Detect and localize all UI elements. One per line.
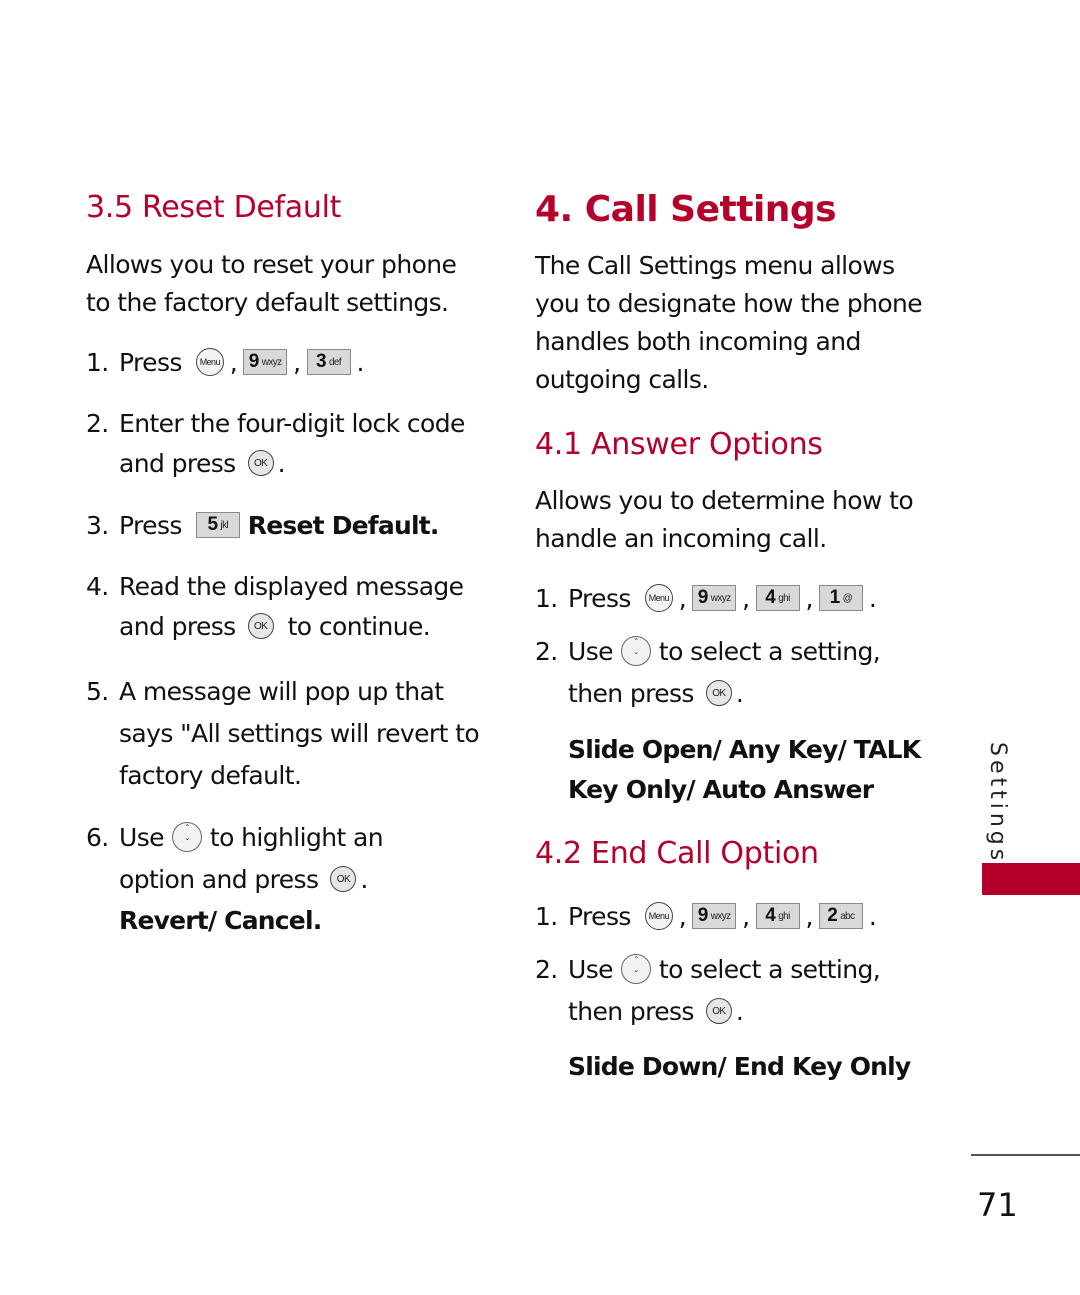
step-text: factory default.	[119, 760, 302, 790]
key-5-icon: 5 jkl	[195, 512, 240, 538]
menu-key-icon: Menu	[644, 902, 673, 930]
step-text: to continue.	[287, 611, 431, 641]
answer-step-2: 2. Use ˆ ˇ to select a setting, then press OK…	[535, 636, 881, 708]
navigation-key-icon: ˆˇ	[171, 822, 202, 852]
step-text: Press	[119, 510, 182, 540]
key-4-icon: 4 ghi	[755, 585, 800, 611]
option-name: Reset Default.	[247, 510, 440, 540]
step-text: Press	[119, 347, 182, 377]
section-heading-reset-default: 3.5 Reset Default	[86, 190, 342, 225]
key-2-icon: 2 abc	[818, 903, 863, 929]
step-number: 1.	[86, 347, 109, 377]
key-4-icon: 4 ghi	[755, 903, 800, 929]
step-number: 2.	[535, 636, 558, 666]
end-call-step-1: 1. Press Menu, 9 wxyz, 4 ghi, 2 abc.	[535, 901, 877, 931]
navigation-key-icon: ˆˇ	[620, 636, 651, 666]
sidebar-tab-label: Settings	[985, 742, 1010, 865]
option-line: Slide Open/ Any Key/ TALK	[568, 735, 921, 764]
end-call-step-2: 2. Use ˆ ˇ to select a setting, then press OK…	[535, 954, 881, 1026]
intro-line: you to designate how the phone	[535, 289, 923, 318]
reset-step-6: 6. Use ˆ ˇ to highlight an option and press O…	[86, 822, 384, 935]
menu-key-icon: Menu	[195, 348, 224, 376]
step-number: 2.	[535, 954, 558, 984]
step-text: to select a setting,	[658, 954, 881, 984]
footer-rule	[971, 1154, 1080, 1156]
chapter-heading-call-settings: 4. Call Settings	[535, 189, 837, 230]
step-text: Read the displayed message	[119, 571, 464, 601]
step-text: Press	[568, 583, 631, 613]
step-text: to select a setting,	[658, 636, 881, 666]
ok-key-icon: OK	[247, 613, 274, 639]
key-9-icon: 9 wxyz	[692, 903, 737, 929]
intro-line: The Call Settings menu allows	[535, 251, 895, 280]
step-text: Use	[119, 822, 165, 852]
section-heading-end-call-option: 4.2 End Call Option	[535, 836, 819, 871]
step-text: Use	[568, 636, 614, 666]
intro-line: handle an incoming call.	[535, 524, 827, 553]
step-text: Enter the four-digit lock code	[119, 408, 465, 438]
step-number: 5.	[86, 676, 109, 706]
call-settings-intro: The Call Settings menu allows you to des…	[535, 247, 923, 399]
option-line: Key Only/ Auto Answer	[568, 775, 874, 804]
step-text: option and press	[119, 864, 319, 894]
ok-key-icon: OK	[705, 998, 732, 1024]
reset-step-2: 2. Enter the four-digit lock code and pre…	[86, 408, 465, 478]
key-9-icon: 9 wxyz	[692, 585, 737, 611]
step-number: 3.	[86, 510, 109, 540]
step-number: 4.	[86, 571, 109, 601]
navigation-key-icon: ˆˇ	[620, 954, 651, 984]
ok-key-icon: OK	[330, 866, 357, 892]
step-text: says "All settings will revert to	[119, 718, 480, 748]
step-text: then press	[568, 996, 694, 1026]
step-text: and press	[119, 611, 236, 641]
step-text: then press	[568, 678, 694, 708]
menu-key-icon: Menu	[644, 584, 673, 612]
end-call-option-names: Slide Down/ End Key Only	[568, 1052, 911, 1081]
step-text: Press	[568, 901, 631, 931]
key-1-voicemail-icon: 1 @	[818, 585, 863, 611]
answer-options-intro: Allows you to determine how to handle an…	[535, 482, 914, 558]
reset-default-intro: Allows you to reset your phone to the fa…	[86, 246, 457, 322]
key-3-icon: 3 def	[306, 349, 351, 375]
page-number: 71	[977, 1186, 1018, 1224]
ok-key-icon: OK	[247, 450, 274, 476]
intro-line: to the factory default settings.	[86, 288, 449, 317]
reset-step-4: 4. Read the displayed message and press OK…	[86, 567, 464, 647]
option-names: Revert/ Cancel.	[119, 905, 322, 935]
reset-step-1: 1. Press Menu, 9 wxyz, 3 def.	[86, 347, 365, 377]
sidebar-tab-marker	[982, 863, 1080, 895]
intro-line: Allows you to reset your phone	[86, 250, 457, 279]
step-text: and press	[119, 448, 236, 478]
intro-line: Allows you to determine how to	[535, 486, 914, 515]
step-number: 6.	[86, 822, 109, 852]
section-heading-answer-options: 4.1 Answer Options	[535, 427, 823, 462]
answer-option-names: Slide Open/ Any Key/ TALK Key Only/ Auto…	[568, 730, 921, 810]
reset-step-3: 3. Press 5 jkl Reset Default.	[86, 506, 439, 544]
step-text: A message will pop up that	[119, 676, 444, 706]
step-number: 2.	[86, 408, 109, 438]
reset-step-5: 5. A message will pop up that says "All s…	[86, 670, 480, 796]
key-9-icon: 9 wxyz	[243, 349, 288, 375]
step-text: Use	[568, 954, 614, 984]
step-number: 1.	[535, 583, 558, 613]
answer-step-1: 1. Press Menu, 9 wxyz, 4 ghi, 1 @.	[535, 583, 877, 613]
step-number: 1.	[535, 901, 558, 931]
intro-line: outgoing calls.	[535, 365, 709, 394]
ok-key-icon: OK	[705, 680, 732, 706]
step-text: to highlight an	[209, 822, 384, 852]
intro-line: handles both incoming and	[535, 327, 861, 356]
